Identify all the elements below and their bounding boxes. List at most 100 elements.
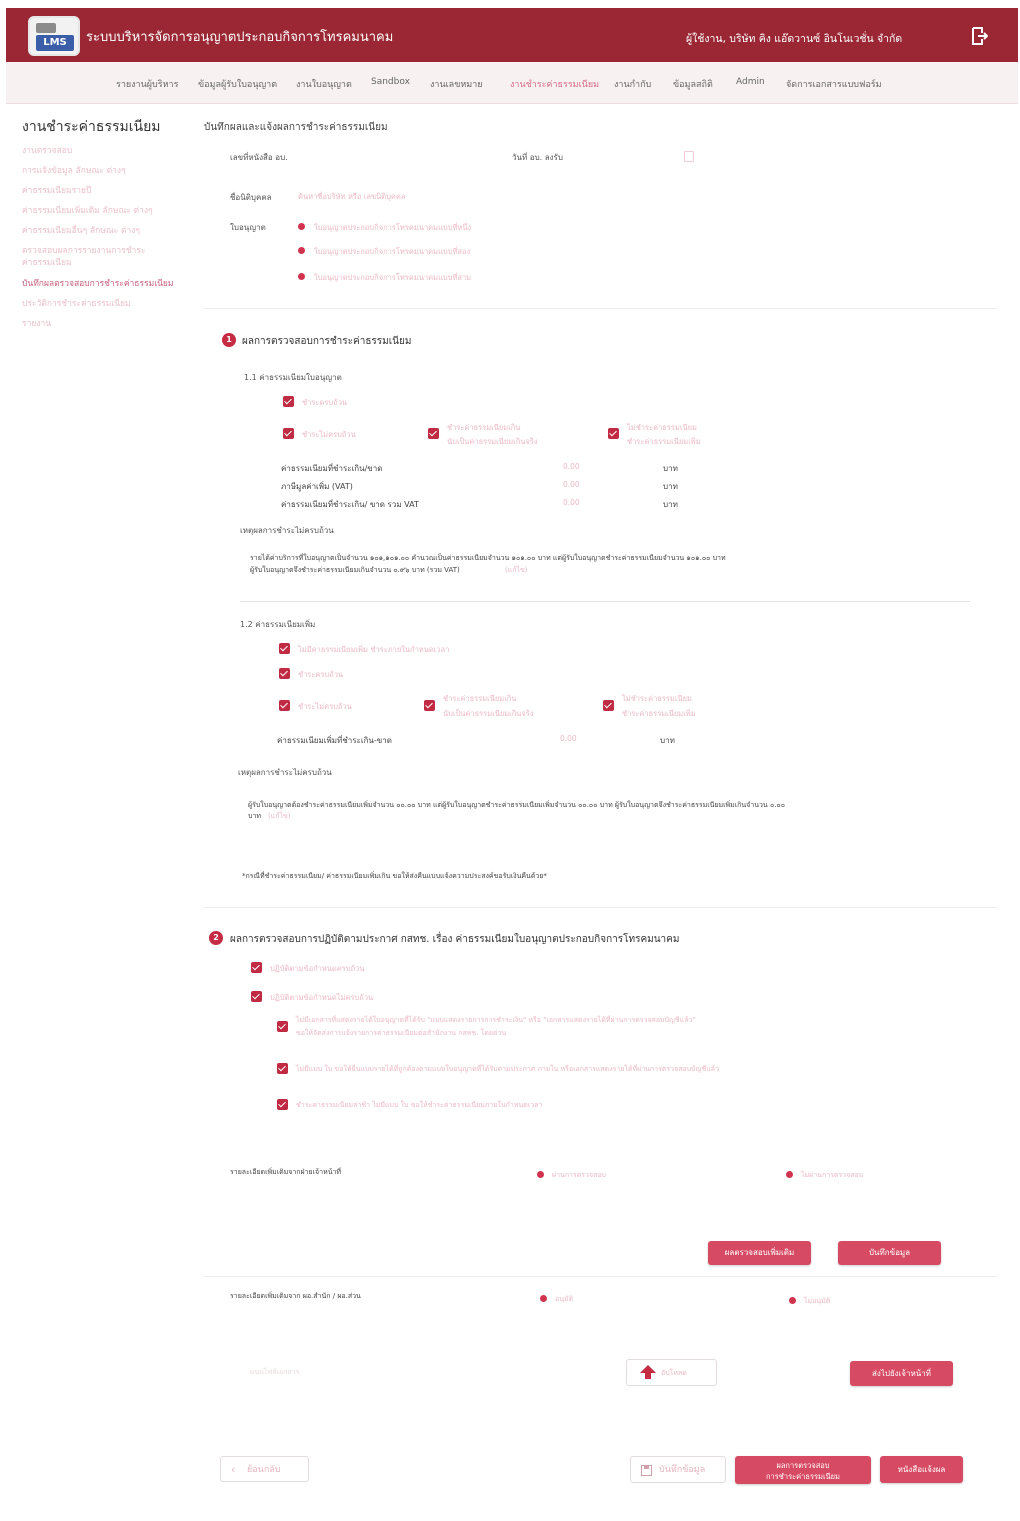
checkbox[interactable] [283, 428, 294, 439]
main-nav: รายงานผู้บริหาร ข้อมูลผู้รับใบอนุญาต งาน… [6, 62, 1018, 104]
radio-approve[interactable] [540, 1295, 547, 1302]
radio-reject[interactable] [789, 1297, 796, 1304]
upload-label: อัปโหลด [661, 1369, 687, 1377]
chevron-left-icon: ‹ [231, 1463, 236, 1476]
checkbox[interactable] [279, 700, 290, 711]
nav-item-executive-report[interactable]: รายงานผู้บริหาร [116, 77, 178, 91]
nav-item-licensee-info[interactable]: ข้อมูลผู้รับใบอนุญาต [198, 77, 277, 91]
checkbox[interactable] [277, 1021, 288, 1032]
checkbox[interactable] [279, 668, 290, 679]
radio-label: อนุมัติ [555, 1295, 574, 1303]
license-option: ใบอนุญาตประกอบกิจการโทรคมนาคมแบบที่สอง [314, 247, 471, 256]
top-bar: LMS ระบบบริหารจัดการอนุญาตประกอบกิจการโท… [6, 8, 1018, 62]
back-label: ย้อนกลับ [247, 1465, 281, 1475]
reason-edit-link[interactable]: (แก้ไข) [268, 811, 291, 822]
sidebar-item[interactable]: ค่าธรรมเนียมเพิ่มเติม ลักษณะ ต่างๆ [22, 203, 153, 217]
nav-item-sandbox[interactable]: Sandbox [371, 77, 410, 87]
checkbox[interactable] [279, 643, 290, 654]
license-radio[interactable] [298, 273, 305, 280]
extra-fee-unit: บาท [660, 736, 675, 745]
section-title: ผลการตรวจสอบการปฏิบัติตามประกาศ กสทช. เร… [230, 934, 680, 945]
checkbox-label: ชำระค่าธรรมเนียมเกิน [447, 423, 521, 432]
checkbox-label: ชำระครบถ้วน [302, 398, 348, 407]
fee-label: ค่าธรรมเนียมที่ชำระเกิน/ขาด [281, 464, 383, 473]
upload-icon [640, 1365, 656, 1379]
fee-result-button[interactable]: ผลการตรวจสอบ การชำระค่าธรรมเนียม [735, 1456, 871, 1484]
sidebar-item[interactable]: งานตรวจสอบ [22, 143, 72, 157]
nav-item-numbering[interactable]: งานเลขหมาย [430, 77, 483, 91]
fee-value[interactable]: 0.00 [563, 480, 580, 489]
checkbox[interactable] [251, 962, 262, 973]
review-more-button[interactable]: ผลตรวจสอบเพิ่มเติม [708, 1241, 811, 1265]
send-to-staff-button[interactable]: ส่งไปยังเจ้าหน้าที่ [850, 1361, 953, 1386]
fee-label: ภาษีมูลค่าเพิ่ม (VAT) [281, 482, 353, 491]
checkbox[interactable] [603, 700, 614, 711]
nav-item-license[interactable]: งานใบอนุญาต [296, 77, 352, 91]
reason-text: รายได้ค่าบริการที่ใบอนุญาตเป็นจำนวน ๑๐๑,… [250, 554, 726, 562]
page-title: บันทึกผลและแจ้งผลการชำระค่าธรรมเนียม [204, 122, 388, 133]
sidebar-item[interactable]: ค่าธรรมเนียมรายปี [22, 183, 91, 197]
logo-text: LMS [36, 35, 74, 51]
checkbox-label-line2: นับเป็นค่าธรรมเนียมเกินจริง [447, 437, 538, 446]
sidebar-item[interactable]: การแจ้งข้อมูล ลักษณะ ต่างๆ [22, 163, 126, 177]
nav-item-fee-payment[interactable]: งานชำระค่าธรรมเนียม [510, 77, 599, 91]
checkbox[interactable] [251, 991, 262, 1002]
checkbox[interactable] [283, 396, 294, 407]
sidebar-item-active[interactable]: บันทึกผลตรวจสอบการชำระค่าธรรมเนียม [22, 276, 174, 290]
upload-button[interactable]: อัปโหลด [626, 1359, 717, 1386]
checkbox-label: ปฏิบัติตามข้อกำหนดครบถ้วน [270, 964, 365, 973]
checkbox[interactable] [428, 428, 439, 439]
person-search-input[interactable]: ค้นหาชื่อบริษัท หรือ เลขนิติบุคคล [298, 191, 406, 203]
back-button[interactable]: ‹ ย้อนกลับ [220, 1456, 309, 1482]
nav-item-regulation[interactable]: งานกำกับ [614, 77, 651, 91]
person-label: ชื่อนิติบุคคล [230, 193, 272, 202]
divider [204, 1276, 998, 1277]
section-number: 1 [222, 333, 236, 347]
sidebar-item[interactable]: ค่าธรรมเนียมอื่นๆ ลักษณะ ต่างๆ [22, 223, 140, 237]
checkbox-label-line2: ขอให้จัดส่งการแจ้งรายการค่าธรรมเนียมต่อส… [296, 1029, 507, 1037]
license-radio[interactable] [298, 247, 305, 254]
sidebar-item[interactable]: รายงาน [22, 316, 51, 330]
send-letter-button[interactable]: หนังสือแจ้งผล [880, 1456, 963, 1483]
checkbox-label: ชำระครบถ้วน [298, 670, 344, 679]
license-radio[interactable] [298, 223, 305, 230]
reason-edit-link[interactable]: (แก้ไข) [505, 565, 528, 576]
lms-logo[interactable]: LMS [28, 16, 80, 56]
nav-item-forms[interactable]: จัดการเอกสารแบบฟอร์ม [786, 77, 882, 91]
license-option: ใบอนุญาตประกอบกิจการโทรคมนาคมแบบที่สาม [314, 273, 472, 282]
logo-mark [36, 23, 56, 33]
checkbox-label: ชำระค่าธรรมเนียมล่าช้า ไม่มีแบบ ใบ ขอให้… [296, 1101, 543, 1109]
checkbox-label: ไม่ชำระค่าธรรมเนียม [627, 423, 697, 432]
nav-item-admin[interactable]: Admin [736, 77, 765, 87]
checkbox[interactable] [608, 428, 619, 439]
extra-fee-value[interactable]: 0.00 [560, 734, 577, 743]
footer-save-button[interactable]: บันทึกข้อมูล [630, 1456, 726, 1483]
fee-value[interactable]: 0.00 [563, 462, 580, 471]
checkbox[interactable] [277, 1063, 288, 1074]
logout-icon[interactable] [970, 26, 988, 46]
reason-text: ผู้รับใบอนุญาตต้องชำระค่าธรรมเนียมเพิ่มจ… [248, 801, 785, 809]
calendar-icon[interactable] [684, 151, 694, 162]
fee-result-label-2: การชำระค่าธรรมเนียม [766, 1472, 840, 1481]
checkbox-label: ชำระไม่ครบถ้วน [302, 430, 356, 439]
note-text: *กรณีที่ชำระค่าธรรมเนียม/ ค่าธรรมเนียมเพ… [242, 872, 547, 880]
save-button[interactable]: บันทึกข้อมูล [838, 1241, 941, 1265]
license-label: ใบอนุญาต [230, 223, 266, 232]
fee-unit: บาท [663, 500, 678, 509]
checkbox-label-line2: นับเป็นค่าธรรมเนียมเกินจริง [443, 709, 534, 718]
director-detail-label: รายละเอียดเพิ่มเติมจาก ผอ.สำนัก / ผอ.ส่ว… [230, 1292, 361, 1300]
checkbox-label-line2: ชำระค่าธรรมเนียมเพิ่ม [627, 437, 701, 446]
radio-fail[interactable] [786, 1171, 793, 1178]
fee-value[interactable]: 0.00 [563, 498, 580, 507]
radio-label: ไม่อนุมัติ [804, 1297, 831, 1305]
checkbox-label: ไม่มีแบบ ใบ ขอให้ยื่นแบบรายได้ที่ถูกต้อง… [296, 1065, 720, 1073]
nav-item-statistics[interactable]: ข้อมูลสถิติ [673, 77, 713, 91]
checkbox-label-line2: ชำระค่าธรรมเนียมเพิ่ม [622, 709, 696, 718]
checkbox-label: ชำระค่าธรรมเนียมเกิน [443, 694, 517, 703]
app-title: ระบบบริหารจัดการอนุญาตประกอบกิจการโทรคมน… [86, 30, 394, 45]
radio-pass[interactable] [537, 1171, 544, 1178]
sidebar-item[interactable]: ประวัติการชำระค่าธรรมเนียม [22, 296, 131, 310]
sidebar-item[interactable]: ค่าธรรมเนียม [22, 255, 72, 269]
checkbox[interactable] [424, 700, 435, 711]
checkbox[interactable] [277, 1099, 288, 1110]
